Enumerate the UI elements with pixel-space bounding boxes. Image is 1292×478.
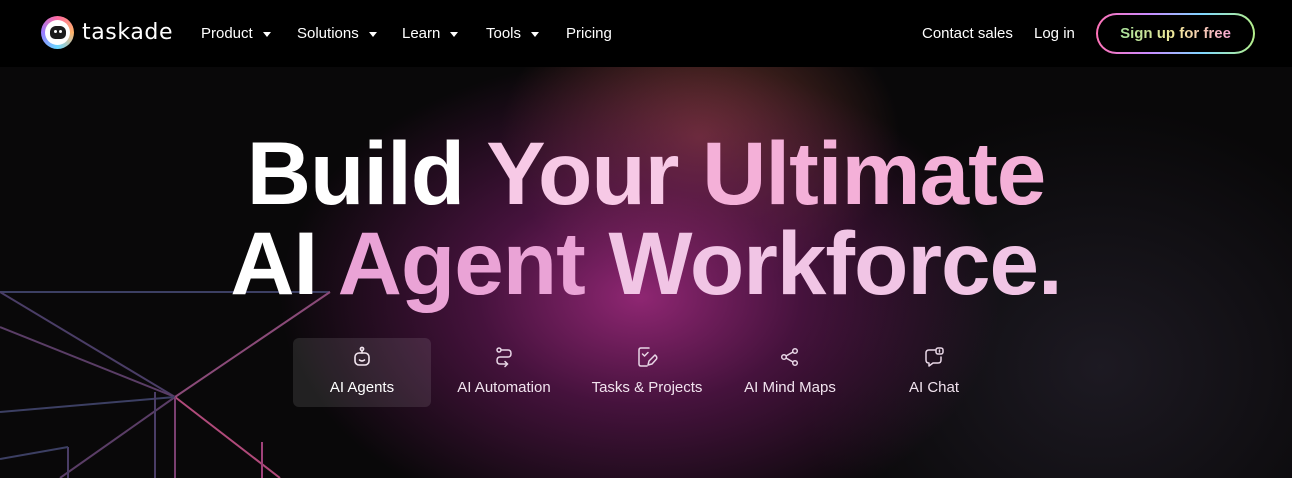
mind-map-icon xyxy=(780,347,799,367)
chevron-down-icon xyxy=(450,32,459,37)
tab-ai-mind-maps[interactable]: AI Mind Maps xyxy=(721,338,859,407)
nav-item-solutions[interactable]: Solutions xyxy=(297,0,377,67)
page: taskade Product Solutions Learn Tools Pr… xyxy=(0,0,1292,478)
headline-word: Your xyxy=(486,123,679,223)
chevron-down-icon xyxy=(368,32,377,37)
headline-word: AI xyxy=(230,213,318,313)
chat-bubble-icon xyxy=(925,347,944,367)
headline-word: Workforce. xyxy=(608,213,1063,313)
tab-tasks-projects[interactable]: Tasks & Projects xyxy=(578,338,716,407)
chevron-down-icon xyxy=(531,32,540,37)
nav-item-tools-label: Tools xyxy=(486,25,522,42)
nav-item-tools[interactable]: Tools xyxy=(486,0,540,67)
nav-item-solutions-label: Solutions xyxy=(297,25,359,42)
nav-item-product-label: Product xyxy=(201,25,253,42)
headline-word: Agent xyxy=(337,213,586,313)
tab-ai-automation-label: AI Automation xyxy=(457,379,551,396)
brand-logo[interactable]: taskade xyxy=(41,16,173,49)
hero-section: Build Your Ultimate AI Agent Workforce. … xyxy=(0,67,1292,478)
tab-ai-mind-maps-label: AI Mind Maps xyxy=(744,379,836,396)
hero-headline-line1: Build Your Ultimate xyxy=(0,127,1292,219)
brand-name: taskade xyxy=(82,20,174,45)
taskade-robot-logo-icon xyxy=(41,16,74,49)
tab-ai-agents[interactable]: AI Agents xyxy=(293,338,431,407)
tab-ai-chat[interactable]: AI Chat xyxy=(865,338,1003,407)
headline-word: Ultimate xyxy=(702,123,1046,223)
tab-ai-automation[interactable]: AI Automation xyxy=(435,338,573,407)
tab-ai-chat-label: AI Chat xyxy=(908,379,960,396)
hero-headline-line2: AI Agent Workforce. xyxy=(0,217,1292,309)
task-edit-icon xyxy=(638,347,658,367)
nav-item-pricing-label: Pricing xyxy=(566,25,612,42)
nav-item-pricing[interactable]: Pricing xyxy=(566,0,612,67)
nav-item-product[interactable]: Product xyxy=(201,0,271,67)
contact-sales-link[interactable]: Contact sales xyxy=(922,0,1013,67)
headline-word: Build xyxy=(246,123,465,223)
tab-ai-agents-label: AI Agents xyxy=(329,379,395,396)
signup-button[interactable]: Sign up for free xyxy=(1096,13,1255,54)
robot-icon xyxy=(354,346,370,366)
top-navigation: taskade Product Solutions Learn Tools Pr… xyxy=(0,0,1292,67)
chevron-down-icon xyxy=(262,32,271,37)
login-link[interactable]: Log in xyxy=(1034,0,1075,67)
nav-item-learn-label: Learn xyxy=(402,25,441,42)
automation-flow-icon xyxy=(496,347,512,368)
signup-button-label: Sign up for free xyxy=(1120,25,1231,42)
tab-tasks-projects-label: Tasks & Projects xyxy=(591,379,703,396)
nav-item-learn[interactable]: Learn xyxy=(402,0,459,67)
